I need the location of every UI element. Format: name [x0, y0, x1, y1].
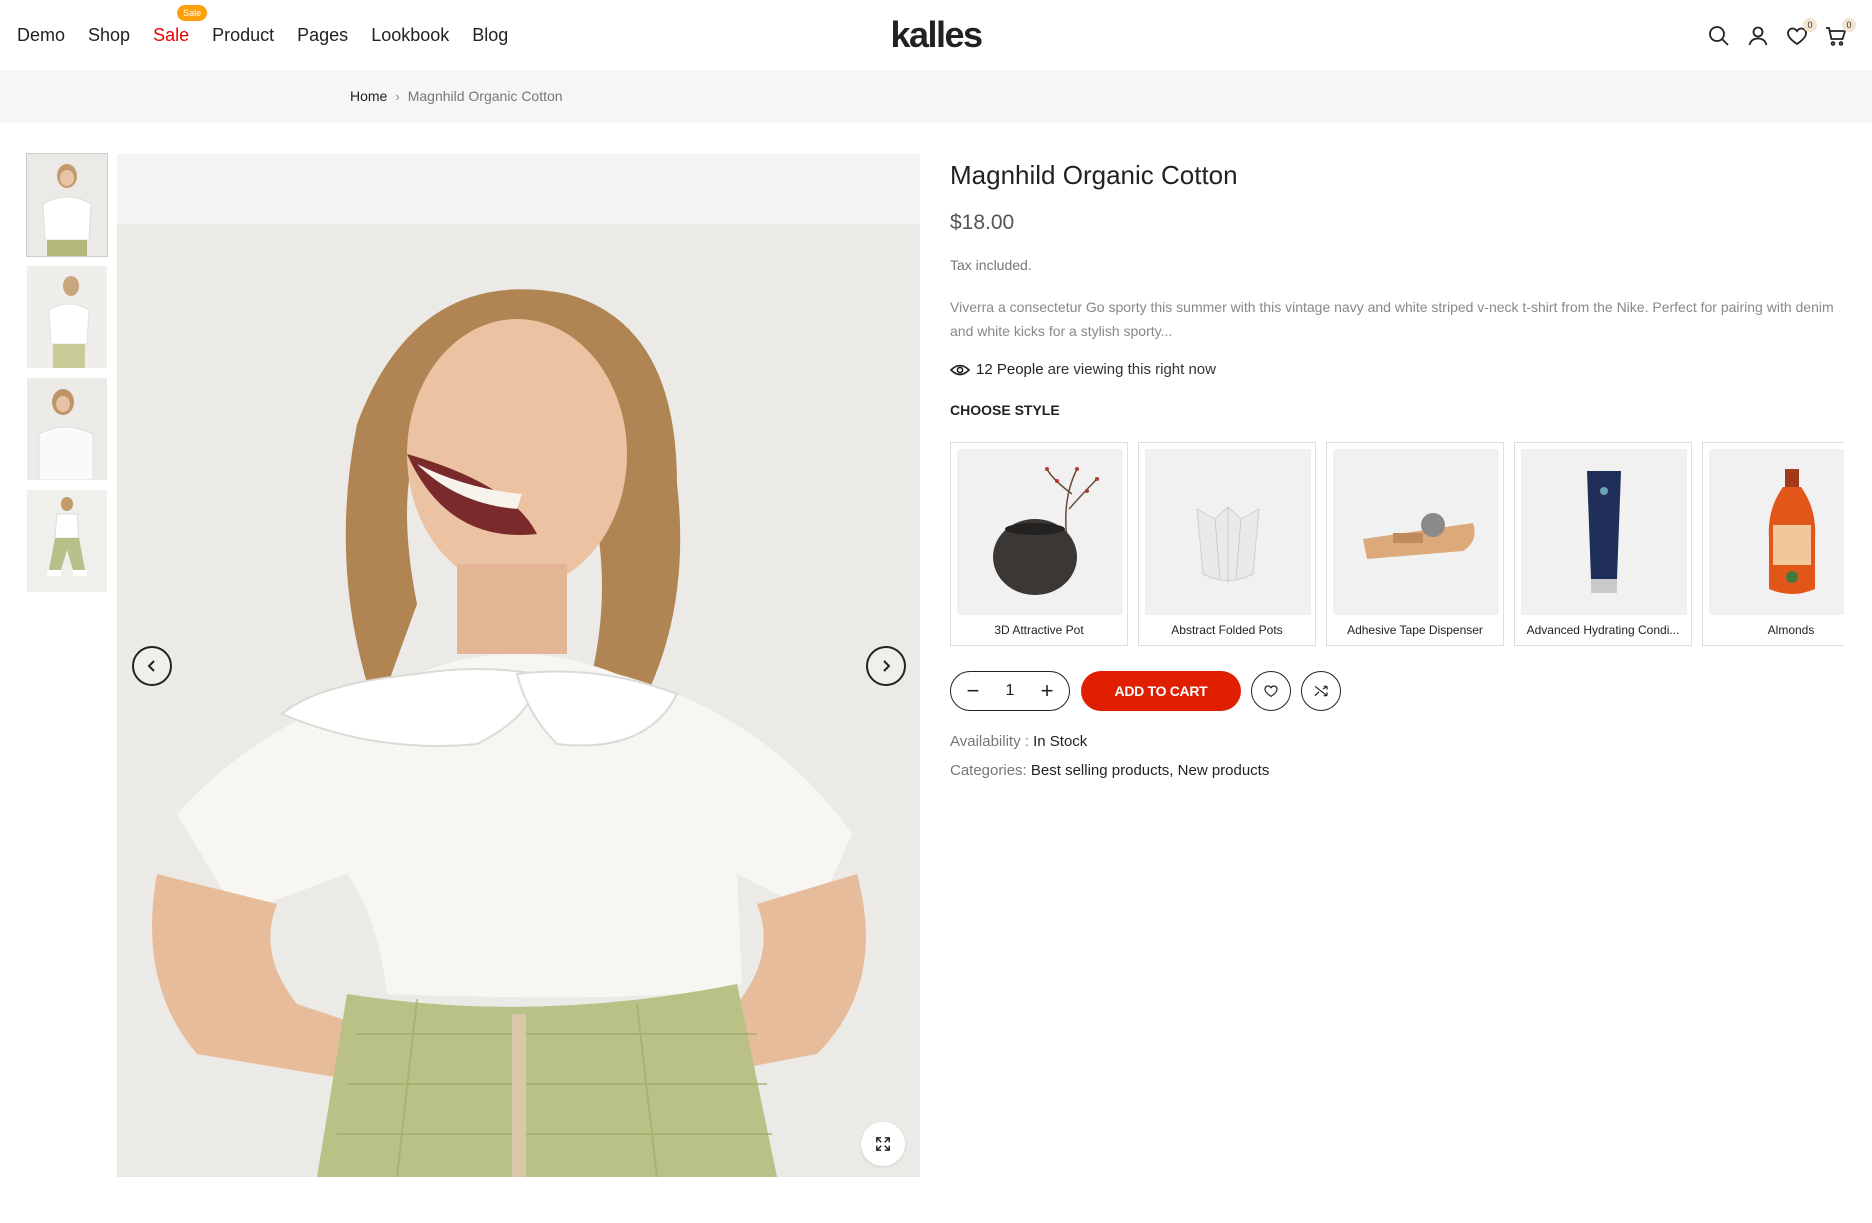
category-link-new-products[interactable]: New products: [1178, 762, 1270, 779]
breadcrumb-bar: Home › Magnhild Organic Cotton: [0, 70, 1872, 123]
site-header: Demo Shop Sale Sale Product Pages Lookbo…: [0, 0, 1872, 70]
quantity-increase-button[interactable]: +: [1039, 680, 1055, 702]
nav-lookbook[interactable]: Lookbook: [371, 25, 449, 46]
compare-button[interactable]: [1301, 671, 1341, 711]
zoom-button[interactable]: [861, 1122, 905, 1166]
style-option-advanced-hydrating-conditioner[interactable]: Advanced Hydrating Condi...: [1514, 442, 1692, 646]
style-label: 3D Attractive Pot: [994, 623, 1084, 637]
thumbnail-1[interactable]: [26, 153, 108, 257]
nav-shop[interactable]: Shop: [88, 25, 130, 46]
breadcrumb: Home › Magnhild Organic Cotton: [350, 88, 563, 104]
style-swatches: 3D Attractive Pot Abstract Folded Pots A…: [950, 442, 1844, 646]
style-image: [1521, 449, 1687, 615]
header-icons: 0 0: [1694, 18, 1856, 50]
heart-icon: [1264, 685, 1278, 698]
thumbnail-4[interactable]: [27, 490, 107, 592]
category-link-best-selling[interactable]: Best selling products: [1031, 762, 1169, 779]
wishlist-count: 0: [1803, 18, 1817, 32]
nav-demo[interactable]: Demo: [17, 25, 65, 46]
thumbnail-image: [27, 266, 107, 368]
thumbnail-3[interactable]: [27, 378, 107, 480]
quantity-decrease-button[interactable]: −: [965, 680, 981, 702]
style-image: [1333, 449, 1499, 615]
site-logo[interactable]: kalles: [890, 14, 983, 56]
nav-product[interactable]: Product: [212, 25, 274, 46]
search-icon[interactable]: [1705, 22, 1733, 50]
product-title: Magnhild Organic Cotton: [950, 160, 1238, 190]
add-to-cart-button[interactable]: ADD TO CART: [1081, 671, 1241, 711]
add-to-cart-row: − 1 + ADD TO CART: [950, 671, 1341, 711]
wishlist-icon[interactable]: 0: [1783, 18, 1817, 50]
breadcrumb-current: Magnhild Organic Cotton: [407, 88, 563, 104]
chevron-left-icon: [147, 660, 155, 672]
availability-value: In Stock: [1033, 733, 1088, 750]
main-product-image: [117, 154, 920, 1177]
thumbnail-2[interactable]: [27, 266, 107, 368]
style-label: Advanced Hydrating Condi...: [1526, 623, 1680, 637]
categories-label: Categories:: [950, 762, 1027, 779]
nav-blog[interactable]: Blog: [472, 25, 508, 46]
product-description: Viverra a consectetur Go sporty this sum…: [950, 299, 1834, 339]
expand-icon: [876, 1137, 890, 1151]
style-option-almonds[interactable]: Almonds: [1702, 442, 1844, 646]
style-label: Almonds: [1767, 623, 1815, 637]
style-label: Adhesive Tape Dispenser: [1347, 623, 1483, 637]
viewing-notice: 12 People are viewing this right now: [950, 361, 1850, 378]
nav-pages[interactable]: Pages: [297, 25, 348, 46]
prev-image-button[interactable]: [132, 646, 172, 686]
availability-label: Availability :: [950, 733, 1029, 750]
thumbnail-image: [27, 490, 107, 592]
account-icon[interactable]: [1744, 22, 1772, 50]
chevron-right-icon: ›: [395, 88, 400, 104]
nav-sale-label: Sale: [153, 24, 190, 45]
tax-note: Tax included.: [950, 257, 1032, 273]
nav-sale[interactable]: Sale Sale: [153, 4, 208, 46]
main-nav: Demo Shop Sale Sale Product Pages Lookbo…: [17, 0, 531, 70]
style-option-3d-attractive-pot[interactable]: 3D Attractive Pot: [950, 442, 1128, 646]
sale-badge: Sale: [177, 4, 208, 21]
shuffle-icon: [1314, 685, 1328, 697]
viewing-count: 12 People: [976, 361, 1044, 378]
add-to-wishlist-button[interactable]: [1251, 671, 1291, 711]
product-price: $18.00: [950, 211, 1015, 234]
quantity-stepper: − 1 +: [950, 671, 1070, 711]
eye-icon: [950, 364, 970, 375]
product-info: Magnhild Organic Cotton $18.00 Tax inclu…: [950, 160, 1850, 418]
thumbnail-list: [26, 153, 108, 602]
style-image: [957, 449, 1123, 615]
viewing-text: are viewing this right now: [1047, 361, 1216, 378]
next-image-button[interactable]: [866, 646, 906, 686]
chevron-right-icon: [883, 660, 891, 672]
category-separator: ,: [1169, 762, 1174, 779]
style-image: [1709, 449, 1844, 615]
categories-row: Categories: Best selling products, New p…: [950, 762, 1269, 779]
style-option-abstract-folded-pots[interactable]: Abstract Folded Pots: [1138, 442, 1316, 646]
thumbnail-image: [27, 378, 107, 480]
availability-row: Availability : In Stock: [950, 733, 1087, 750]
product-photo: [117, 154, 920, 1177]
style-image: [1145, 449, 1311, 615]
breadcrumb-home[interactable]: Home: [350, 88, 387, 104]
thumbnail-image: [27, 154, 107, 256]
cart-count: 0: [1842, 18, 1856, 32]
style-label: Abstract Folded Pots: [1171, 623, 1283, 637]
style-option-adhesive-tape-dispenser[interactable]: Adhesive Tape Dispenser: [1326, 442, 1504, 646]
quantity-input[interactable]: 1: [995, 682, 1025, 700]
choose-style-label: CHOOSE STYLE: [950, 402, 1060, 418]
cart-icon[interactable]: 0: [1822, 18, 1856, 50]
